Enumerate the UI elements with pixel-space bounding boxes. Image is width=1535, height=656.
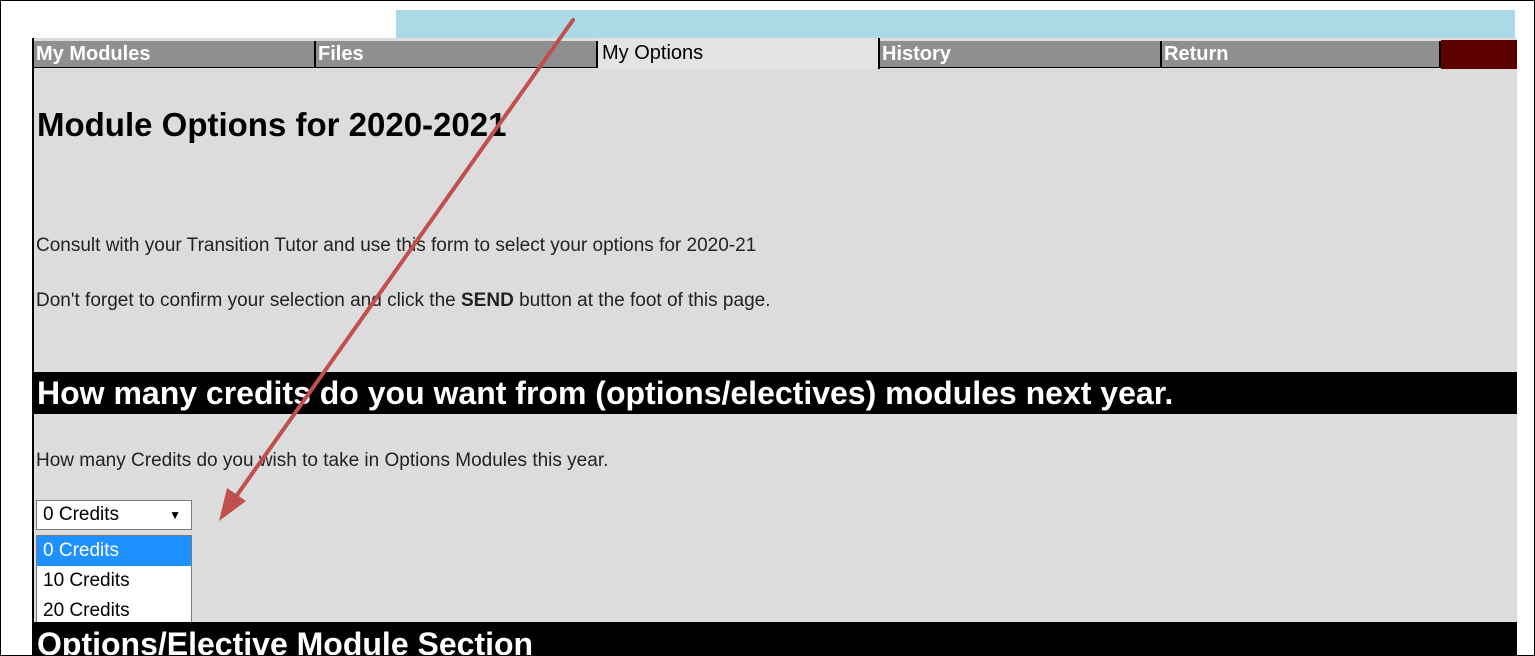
reminder-text-start: Don't forget to confirm your selection a…: [36, 290, 461, 311]
credits-select[interactable]: 0 Credits ▼: [36, 500, 192, 530]
tab-history[interactable]: History: [880, 41, 1162, 68]
credits-section-heading: How many credits do you want from (optio…: [34, 372, 1517, 414]
send-reminder-text: Don't forget to confirm your selection a…: [36, 290, 770, 312]
top-banner-strip: [396, 10, 1515, 38]
credits-question: How many Credits do you wish to take in …: [36, 450, 609, 471]
tab-my-modules[interactable]: My Modules: [34, 41, 316, 68]
page-title: Module Options for 2020-2021: [37, 106, 507, 143]
chevron-down-icon: ▼: [169, 508, 181, 522]
screenshot-frame: My Modules Files My Options History Retu…: [0, 0, 1535, 656]
tab-return[interactable]: Return: [1162, 41, 1441, 68]
tab-bar-end-block: [1441, 40, 1517, 69]
intro-text: Consult with your Transition Tutor and u…: [36, 235, 757, 256]
credits-select-value: 0 Credits: [43, 504, 120, 525]
reminder-text-end: button at the foot of this page.: [513, 290, 771, 311]
credits-dropdown-list: 0 Credits 10 Credits 20 Credits: [36, 535, 192, 627]
app-panel: My Modules Files My Options History Retu…: [32, 38, 1517, 655]
tab-my-options[interactable]: My Options: [598, 38, 880, 69]
send-keyword: SEND: [461, 290, 514, 311]
options-section-heading: Options/Elective Module Section: [34, 622, 1517, 655]
credits-option-0[interactable]: 0 Credits: [37, 536, 191, 566]
tab-files[interactable]: Files: [316, 41, 598, 68]
tab-bar: My Modules Files My Options History Retu…: [34, 38, 1517, 69]
credits-option-10[interactable]: 10 Credits: [37, 566, 191, 596]
